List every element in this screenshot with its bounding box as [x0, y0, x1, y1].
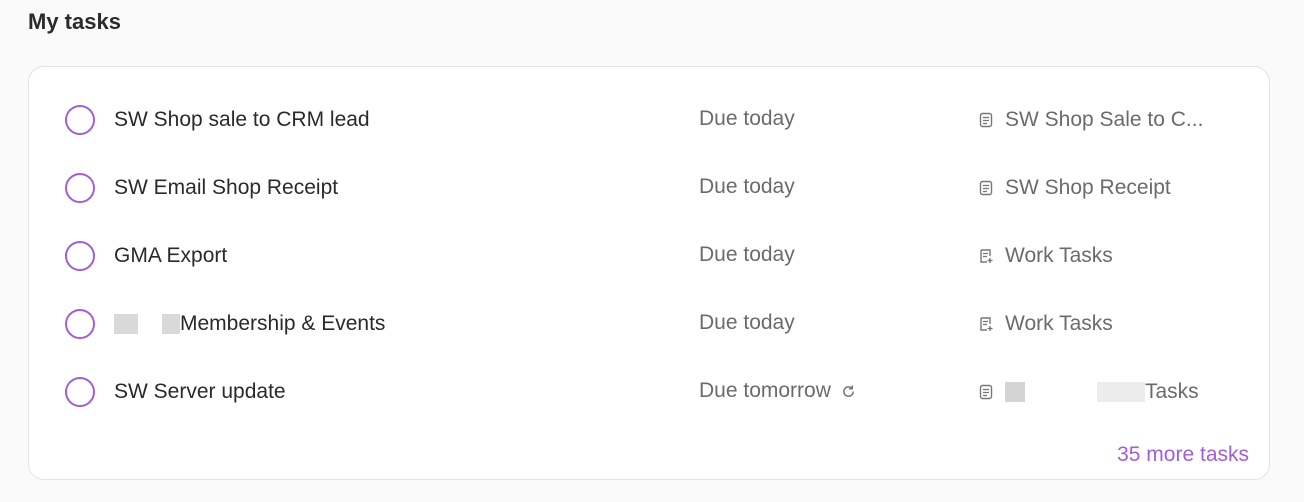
document-icon	[979, 180, 993, 196]
task-name[interactable]: GMA Export	[114, 244, 227, 268]
task-name[interactable]: Membership & Events	[114, 312, 385, 336]
list-name: SW Shop Sale to C...	[1005, 108, 1204, 131]
complete-task-checkbox[interactable]	[65, 173, 95, 203]
redacted-text	[114, 314, 138, 334]
task-list-link[interactable]: SW Shop Sale to C...	[979, 108, 1203, 132]
list-name: Work Tasks	[1005, 312, 1113, 335]
task-name[interactable]: SW Server update	[114, 380, 286, 404]
task-list-link[interactable]: SW Shop Receipt	[979, 176, 1171, 200]
page-title: My tasks	[28, 9, 121, 34]
redacted-text	[1097, 382, 1145, 402]
document-icon	[979, 112, 993, 128]
redacted-text	[162, 314, 180, 334]
due-date: Due tomorrow	[699, 379, 856, 403]
complete-task-checkbox[interactable]	[65, 105, 95, 135]
complete-task-checkbox[interactable]	[65, 309, 95, 339]
task-row[interactable]: GMA Export Due today Work Tasks	[29, 238, 1269, 278]
repeat-icon	[843, 384, 854, 397]
list-plus-icon	[980, 249, 993, 263]
due-date: Due today	[699, 243, 795, 267]
task-list-link[interactable]: Tasks	[979, 380, 1199, 404]
task-row[interactable]: SW Shop sale to CRM lead Due today SW Sh…	[29, 102, 1269, 142]
due-label: Due today	[699, 107, 795, 130]
more-tasks-link[interactable]: 35 more tasks	[1117, 443, 1249, 467]
redacted-text	[1005, 382, 1025, 402]
document-icon	[979, 384, 993, 400]
due-label: Due today	[699, 311, 795, 334]
list-name: Tasks	[1145, 380, 1199, 403]
task-name-text: Membership & Events	[180, 312, 386, 335]
tasks-card: SW Shop sale to CRM lead Due today SW Sh…	[28, 66, 1270, 480]
task-list-link[interactable]: Work Tasks	[979, 244, 1113, 268]
task-name[interactable]: SW Email Shop Receipt	[114, 176, 338, 200]
complete-task-checkbox[interactable]	[65, 241, 95, 271]
due-label: Due today	[699, 175, 795, 198]
task-list-link[interactable]: Work Tasks	[979, 312, 1113, 336]
list-name: SW Shop Receipt	[1005, 176, 1171, 199]
due-label: Due tomorrow	[699, 379, 831, 402]
list-plus-icon	[980, 317, 993, 331]
due-date: Due today	[699, 311, 795, 335]
list-name: Work Tasks	[1005, 244, 1113, 267]
due-label: Due today	[699, 243, 795, 266]
task-name[interactable]: SW Shop sale to CRM lead	[114, 108, 370, 132]
task-row[interactable]: SW Email Shop Receipt Due today SW Shop …	[29, 170, 1269, 210]
task-row[interactable]: Membership & Events Due today Work Tasks	[29, 306, 1269, 346]
due-date: Due today	[699, 107, 795, 131]
due-date: Due today	[699, 175, 795, 199]
task-row[interactable]: SW Server update Due tomorrow Tasks	[29, 374, 1269, 414]
complete-task-checkbox[interactable]	[65, 377, 95, 407]
